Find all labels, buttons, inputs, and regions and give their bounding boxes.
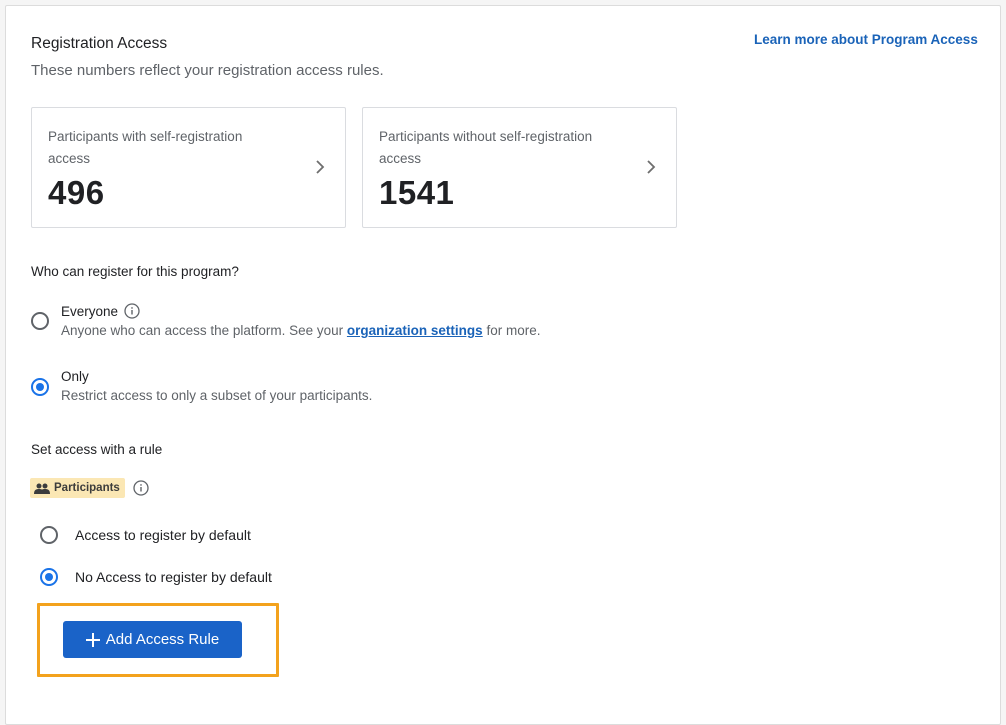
card-label: Participants with self-registration acce… — [48, 129, 243, 166]
page-subtitle: These numbers reflect your registration … — [31, 62, 384, 79]
everyone-radio[interactable] — [31, 312, 49, 330]
page-title: Registration Access — [31, 35, 168, 52]
chevron-right-icon — [647, 160, 656, 174]
who-can-register-heading: Who can register for this program? — [31, 264, 239, 279]
card-with-access[interactable]: Participants with self-registration acce… — [31, 107, 346, 228]
card-label: Participants without self-registration a… — [379, 129, 593, 166]
only-description: Restrict access to only a subset of your… — [61, 388, 373, 403]
organization-settings-link[interactable]: organization settings — [347, 323, 483, 338]
no-access-default-radio[interactable] — [40, 568, 58, 586]
only-option: Only Restrict access to only a subset of… — [61, 369, 372, 403]
everyone-description: Anyone who can access the platform. See … — [61, 323, 540, 338]
registration-access-panel: Registration Access These numbers reflec… — [5, 5, 1001, 725]
everyone-desc-suffix: for more. — [486, 323, 541, 338]
everyone-option: Everyone Anyone who can access the platf… — [61, 303, 540, 338]
info-icon[interactable] — [124, 303, 140, 319]
card-without-access[interactable]: Participants without self-registration a… — [362, 107, 677, 228]
add-button-label: Add Access Rule — [105, 631, 220, 648]
access-default-radio[interactable] — [40, 526, 58, 544]
everyone-desc-text: Anyone who can access the platform. See … — [61, 323, 344, 338]
only-radio[interactable] — [31, 378, 49, 396]
add-access-rule-button[interactable]: Add Access Rule — [63, 621, 242, 658]
people-icon — [34, 483, 50, 494]
card-count: 1541 — [379, 174, 455, 211]
no-access-default-label: No Access to register by default — [75, 569, 272, 585]
chevron-right-icon — [316, 160, 325, 174]
set-access-heading: Set access with a rule — [31, 442, 163, 457]
card-count: 496 — [48, 174, 105, 211]
only-label: Only — [61, 369, 89, 384]
participants-badge: Participants — [30, 478, 125, 498]
access-default-label: Access to register by default — [75, 527, 251, 543]
badge-label: Participants — [54, 482, 120, 494]
plus-icon — [85, 632, 100, 647]
everyone-label: Everyone — [61, 303, 119, 319]
info-icon[interactable] — [133, 480, 149, 496]
learn-more-link[interactable]: Learn more about Program Access — [754, 32, 978, 47]
